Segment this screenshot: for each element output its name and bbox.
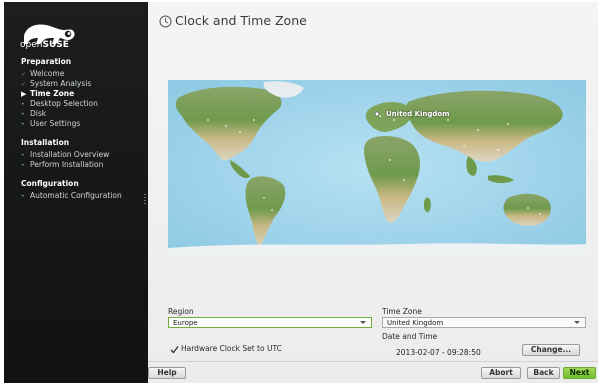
bullet-icon: • <box>21 111 25 118</box>
hwclock-utc-checkbox[interactable] <box>170 345 179 354</box>
sidebar-item-label: User Settings <box>30 119 81 128</box>
timezone-label: Time Zone <box>382 307 422 316</box>
section-title-configuration: Configuration <box>21 179 79 188</box>
region-label: Region <box>168 307 194 316</box>
sidebar-item-perform-installation[interactable]: • Perform Installation <box>21 160 103 169</box>
sidebar-item-disk[interactable]: • Disk <box>21 109 46 118</box>
change-datetime-button[interactable]: Change... <box>522 344 580 356</box>
bullet-icon: • <box>21 193 25 200</box>
hwclock-utc-label[interactable]: Hardware Clock Set to UTC <box>181 344 282 353</box>
sidebar-item-time-zone[interactable]: ▶ Time Zone <box>21 89 74 98</box>
chevron-down-icon <box>360 321 366 324</box>
sidebar-item-label: Time Zone <box>30 89 75 98</box>
map-selected-zone-label: United Kingdom <box>386 110 450 118</box>
sidebar-item-installation-overview[interactable]: • Installation Overview <box>21 150 109 159</box>
clock-icon <box>159 15 172 28</box>
next-button[interactable]: Next <box>563 367 596 379</box>
region-select-value: Europe <box>173 319 198 327</box>
check-icon: ✓ <box>21 81 27 88</box>
bullet-icon: • <box>21 152 25 159</box>
datetime-value: 2013-02-07 - 09:28:50 <box>396 348 481 357</box>
sidebar-item-automatic-configuration[interactable]: • Automatic Configuration <box>21 191 122 200</box>
bullet-icon: • <box>21 121 25 128</box>
footer-divider <box>148 361 598 362</box>
abort-button[interactable]: Abort <box>481 367 521 379</box>
sidebar-item-user-settings[interactable]: • User Settings <box>21 119 80 128</box>
page-title: Clock and Time Zone <box>175 13 307 28</box>
sidebar-item-label: Automatic Configuration <box>30 191 122 200</box>
main-panel: Clock and Time Zone United Kingdom Regio… <box>148 2 598 383</box>
sidebar: openSUSE Preparation ✓ Welcome ✓ System An… <box>4 2 148 383</box>
sidebar-resize-handle[interactable] <box>144 194 146 206</box>
sidebar-item-label: Desktop Selection <box>30 99 98 108</box>
current-step-arrow-icon: ▶ <box>21 90 27 98</box>
check-icon: ✓ <box>21 71 27 78</box>
timezone-world-map[interactable]: United Kingdom <box>168 80 586 256</box>
timezone-select[interactable]: United Kingdom <box>382 317 586 328</box>
timezone-select-value: United Kingdom <box>387 319 444 327</box>
chevron-down-icon <box>574 321 580 324</box>
sidebar-item-label: Welcome <box>30 69 65 78</box>
region-select[interactable]: Europe <box>168 317 372 328</box>
brand-wordmark: openSUSE <box>20 40 69 50</box>
sidebar-item-label: Disk <box>30 109 47 118</box>
section-title-installation: Installation <box>21 138 70 147</box>
back-button[interactable]: Back <box>527 367 560 379</box>
brand-wordmark-bold: SUSE <box>42 40 69 50</box>
world-map-icon <box>168 81 586 256</box>
help-button[interactable]: Help <box>148 367 186 379</box>
datetime-label: Date and Time <box>382 332 438 341</box>
sidebar-item-welcome[interactable]: ✓ Welcome <box>21 69 64 78</box>
sidebar-item-desktop-selection[interactable]: • Desktop Selection <box>21 99 98 108</box>
sidebar-item-label: System Analysis <box>30 79 92 88</box>
installer-window: openSUSE Preparation ✓ Welcome ✓ System An… <box>0 0 602 386</box>
section-title-preparation: Preparation <box>21 57 72 66</box>
sidebar-item-label: Perform Installation <box>30 160 104 169</box>
sidebar-item-label: Installation Overview <box>30 150 110 159</box>
bullet-icon: • <box>21 101 25 108</box>
bullet-icon: • <box>21 162 25 169</box>
sidebar-item-system-analysis[interactable]: ✓ System Analysis <box>21 79 91 88</box>
brand-wordmark-light: open <box>20 40 43 50</box>
